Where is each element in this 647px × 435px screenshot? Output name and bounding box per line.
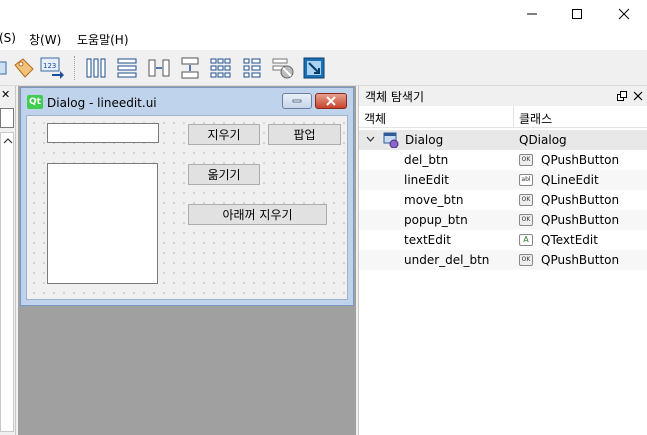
object-class: QPushButton xyxy=(541,153,620,167)
edit-signals-icon[interactable] xyxy=(0,56,10,80)
layout-grid-icon[interactable] xyxy=(209,56,233,80)
tree-row[interactable]: popup_btn OK QPushButton xyxy=(359,210,647,230)
object-name: lineEdit xyxy=(404,173,449,187)
tree-row[interactable]: move_btn OK QPushButton xyxy=(359,190,647,210)
layout-horizontal-icon[interactable] xyxy=(84,56,108,80)
tree-row-root[interactable]: Dialog QDialog xyxy=(359,130,647,150)
object-class: QPushButton xyxy=(541,193,620,207)
minimize-icon xyxy=(292,99,302,103)
minimize-icon xyxy=(527,13,537,15)
object-class: QLineEdit xyxy=(541,173,599,187)
maximize-icon xyxy=(572,9,582,19)
form-window[interactable]: Qt Dialog - lineedit.ui 지우기 팝업 옮기기 아래꺼 지… xyxy=(20,87,354,306)
form-title-bar: Qt Dialog - lineedit.ui xyxy=(21,88,353,114)
adjust-size-icon[interactable] xyxy=(302,56,326,80)
form-minimize-button[interactable] xyxy=(282,93,312,109)
inspector-title-bar: 객체 탐색기 xyxy=(359,86,647,106)
close-icon xyxy=(618,8,630,20)
push-button-icon: OK xyxy=(519,194,533,206)
tree-row[interactable]: under_del_btn OK QPushButton xyxy=(359,250,647,270)
textEdit-widget[interactable] xyxy=(47,163,158,284)
object-class: QTextEdit xyxy=(541,233,598,247)
widget-filter-input[interactable] xyxy=(0,108,14,128)
object-class: QPushButton xyxy=(541,253,620,267)
object-name: popup_btn xyxy=(404,213,468,227)
inspector-header: 객체 클래스 xyxy=(359,106,647,128)
object-inspector: 객체 탐색기 객체 클래스 Dialog QDialog del_btn OK … xyxy=(358,86,647,435)
tree-row[interactable]: del_btn OK QPushButton xyxy=(359,150,647,170)
float-icon[interactable] xyxy=(617,91,627,101)
tree-row[interactable]: textEdit A QTextEdit xyxy=(359,230,647,250)
edit-tab-order-icon[interactable] xyxy=(12,56,36,80)
edit-buddies-icon[interactable]: 123 xyxy=(40,56,64,80)
close-icon xyxy=(326,96,336,106)
menu-settings[interactable]: (S) xyxy=(0,31,16,45)
scroll-up-icon[interactable] xyxy=(3,137,13,145)
column-header-object[interactable]: 객체 xyxy=(364,110,386,127)
under-del-btn-widget[interactable]: 아래꺼 지우기 xyxy=(188,204,327,225)
form-close-button[interactable] xyxy=(315,93,347,109)
menu-help[interactable]: 도움말(H) xyxy=(77,31,129,48)
column-header-class[interactable]: 클래스 xyxy=(519,110,552,127)
dock-close-icon[interactable]: ✕ xyxy=(1,88,10,101)
form-canvas[interactable]: 지우기 팝업 옮기기 아래꺼 지우기 xyxy=(26,115,348,300)
layout-horizontal-splitter-icon[interactable] xyxy=(147,56,171,80)
popup-btn-widget[interactable]: 팝업 xyxy=(268,124,341,145)
break-layout-icon[interactable] xyxy=(271,56,295,80)
del-btn-widget[interactable]: 지우기 xyxy=(188,124,260,145)
object-name: under_del_btn xyxy=(404,253,490,267)
push-button-icon: OK xyxy=(519,214,533,226)
line-edit-icon: abl xyxy=(519,174,533,186)
form-title: Dialog - lineedit.ui xyxy=(47,96,157,110)
toolbar-separator xyxy=(74,56,75,80)
dock-close-icon[interactable] xyxy=(633,91,643,101)
object-name: del_btn xyxy=(404,153,449,167)
object-class: QPushButton xyxy=(541,213,620,227)
object-name: textEdit xyxy=(404,233,451,247)
tree-row[interactable]: lineEdit abl QLineEdit xyxy=(359,170,647,190)
push-button-icon: OK xyxy=(519,154,533,166)
qt-logo-icon: Qt xyxy=(27,95,43,109)
push-button-icon: OK xyxy=(519,254,533,266)
close-button[interactable] xyxy=(601,0,647,28)
layout-form-icon[interactable] xyxy=(240,56,264,80)
maximize-button[interactable] xyxy=(554,0,600,28)
layout-vertical-icon[interactable] xyxy=(115,56,139,80)
move-btn-widget[interactable]: 옮기기 xyxy=(188,164,260,185)
widget-box-dock: ✕ xyxy=(0,86,16,435)
dialog-icon xyxy=(383,132,399,148)
column-divider xyxy=(513,106,514,128)
toolbar: 123 xyxy=(0,50,647,86)
object-name: Dialog xyxy=(405,133,444,147)
window-title-bar xyxy=(0,0,647,28)
chevron-down-icon[interactable] xyxy=(366,136,375,143)
object-class: QDialog xyxy=(519,133,567,147)
minimize-button[interactable] xyxy=(509,0,555,28)
text-edit-icon: A xyxy=(519,234,533,246)
layout-vertical-splitter-icon[interactable] xyxy=(178,56,202,80)
widget-list[interactable] xyxy=(0,132,14,432)
lineEdit-widget[interactable] xyxy=(47,123,159,143)
object-name: move_btn xyxy=(404,193,464,207)
svg-text:123: 123 xyxy=(43,62,56,70)
menu-window[interactable]: 창(W) xyxy=(29,31,61,48)
menu-bar: (S) 창(W) 도움말(H) xyxy=(0,28,647,50)
inspector-title: 객체 탐색기 xyxy=(365,90,425,104)
